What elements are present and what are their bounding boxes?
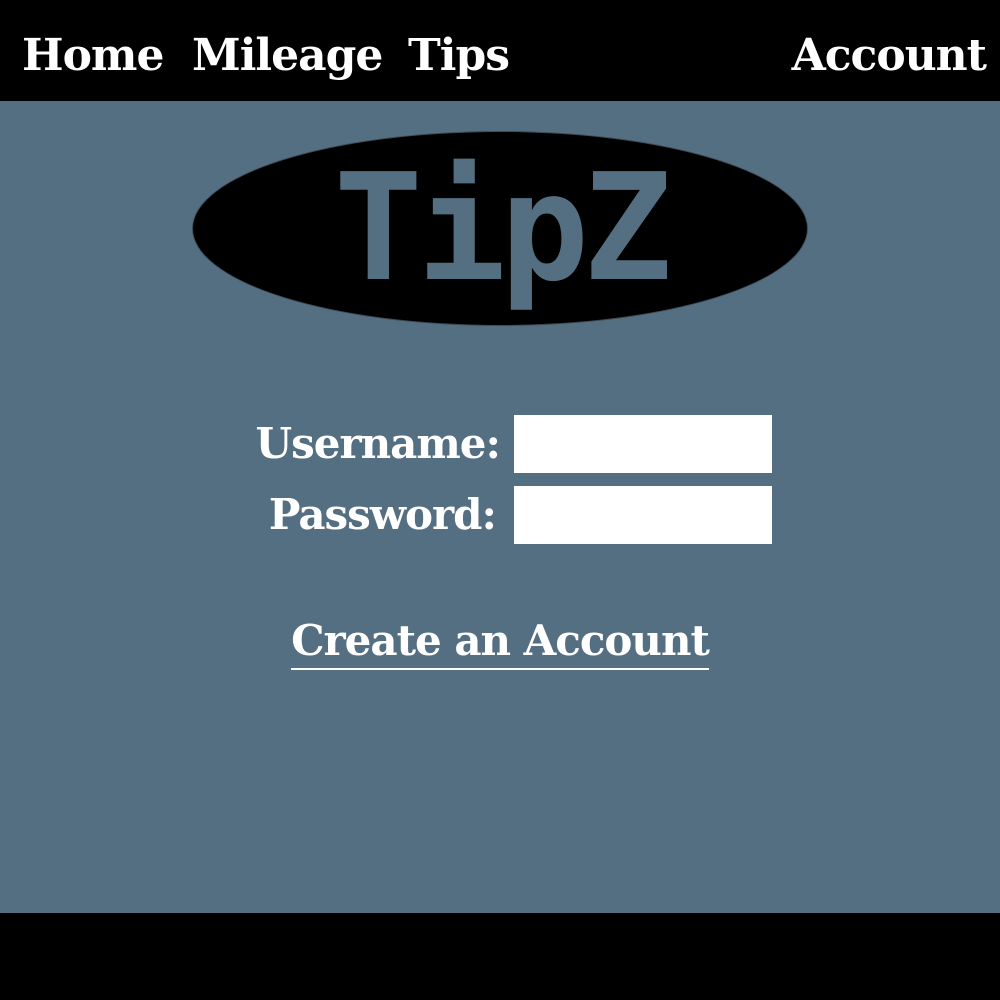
password-label: Password: bbox=[268, 490, 497, 539]
bottom-bar bbox=[0, 913, 1000, 1000]
create-account-link[interactable]: Create an Account bbox=[291, 614, 710, 670]
create-account-container: Create an Account bbox=[0, 614, 1000, 670]
main-content: TipZ Username: Password: Create an Accou… bbox=[0, 101, 1000, 913]
nav-tips-link[interactable]: Tips bbox=[408, 28, 510, 84]
nav-account-link[interactable]: Account bbox=[792, 28, 987, 84]
nav-home-link[interactable]: Home bbox=[22, 28, 164, 84]
app-logo: TipZ bbox=[193, 132, 807, 325]
logo-text: TipZ bbox=[333, 142, 672, 314]
top-nav-bar: Home Mileage Tips Account bbox=[0, 0, 1000, 101]
nav-mileage-link[interactable]: Mileage bbox=[192, 28, 383, 84]
username-input[interactable] bbox=[514, 415, 772, 473]
username-label: Username: bbox=[255, 419, 501, 468]
password-input[interactable] bbox=[514, 486, 772, 544]
